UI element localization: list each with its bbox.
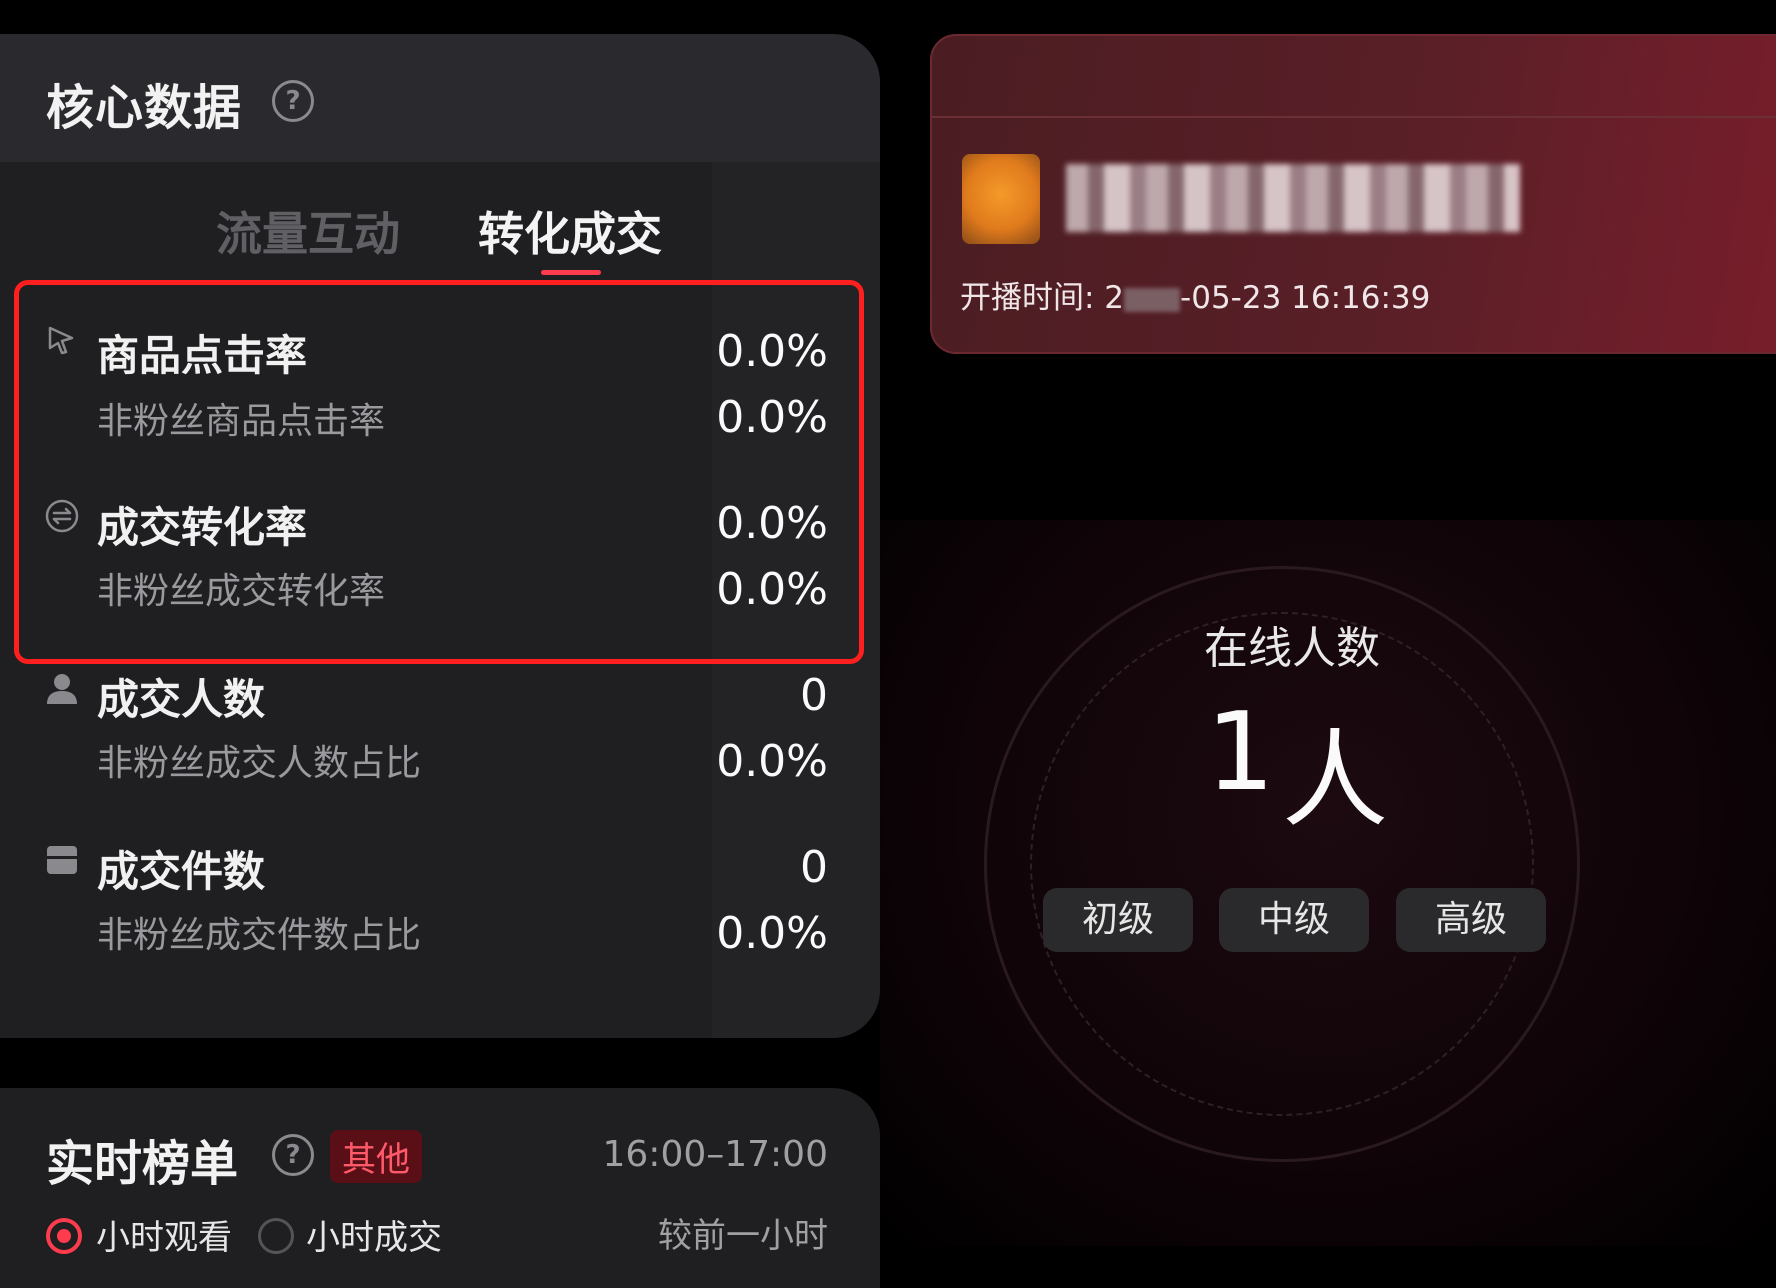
streamer-name-blurred [1066,164,1520,232]
level-advanced-button[interactable]: 高级 [1396,888,1546,952]
radio-hour-watch-label[interactable]: 小时观看 [96,1210,232,1259]
start-time-redaction [1124,287,1181,312]
metric-sub-name: 非粉丝成交人数占比 [97,743,422,784]
live-card-topbar [932,36,1776,118]
radio-hour-watch[interactable] [46,1218,82,1254]
start-time-tail: -05-23 16:16:39 [1180,280,1431,316]
ranking-title: 实时榜单 [46,1136,239,1192]
help-icon[interactable]: ? [272,1134,314,1176]
time-range: 16:00–17:00 [602,1134,829,1175]
online-count: 1 [1206,690,1275,815]
level-intermediate-button[interactable]: 中级 [1219,888,1369,952]
metric-sub-value: 0.0% [716,908,828,959]
level-beginner-button[interactable]: 初级 [1043,888,1193,952]
tab-conversion-deal[interactable]: 转化成交 [478,198,662,264]
active-tab-indicator [541,270,601,275]
start-time: 开播时间: 2 -05-23 16:16:39 [960,272,1430,317]
tab-traffic-interaction[interactable]: 流量互动 [216,198,400,264]
category-badge: 其他 [330,1130,422,1183]
online-unit: 人 [1282,719,1388,842]
start-time-label: 开播时间: 2 [960,280,1125,316]
live-info-card: 开播时间: 2 -05-23 16:16:39 [930,34,1776,354]
metric-name: 成交件数 [97,847,266,896]
ranking-card: 实时榜单 ? 其他 16:00–17:00 小时观看 小时成交 较前一小时 [0,1088,880,1288]
metric-value: 0 [800,842,828,893]
user-icon [47,674,77,704]
radio-hour-deal[interactable] [258,1218,294,1254]
metric-sub-value: 0.0% [716,736,828,787]
metric-sub-name: 非粉丝成交件数占比 [97,915,422,956]
compare-label: 较前一小时 [658,1216,828,1256]
metric-name: 成交人数 [97,675,266,724]
avatar [962,154,1040,244]
core-data-header: 核心数据 ? [0,34,880,162]
core-data-title: 核心数据 [46,80,243,136]
help-icon[interactable]: ? [272,80,314,122]
online-label: 在线人数 [1204,623,1380,674]
decorative-ring-inner [1030,612,1534,1116]
metric-value: 0 [800,670,828,721]
highlight-box [14,280,864,664]
package-icon [47,846,77,874]
radio-hour-deal-label[interactable]: 小时成交 [306,1210,442,1259]
